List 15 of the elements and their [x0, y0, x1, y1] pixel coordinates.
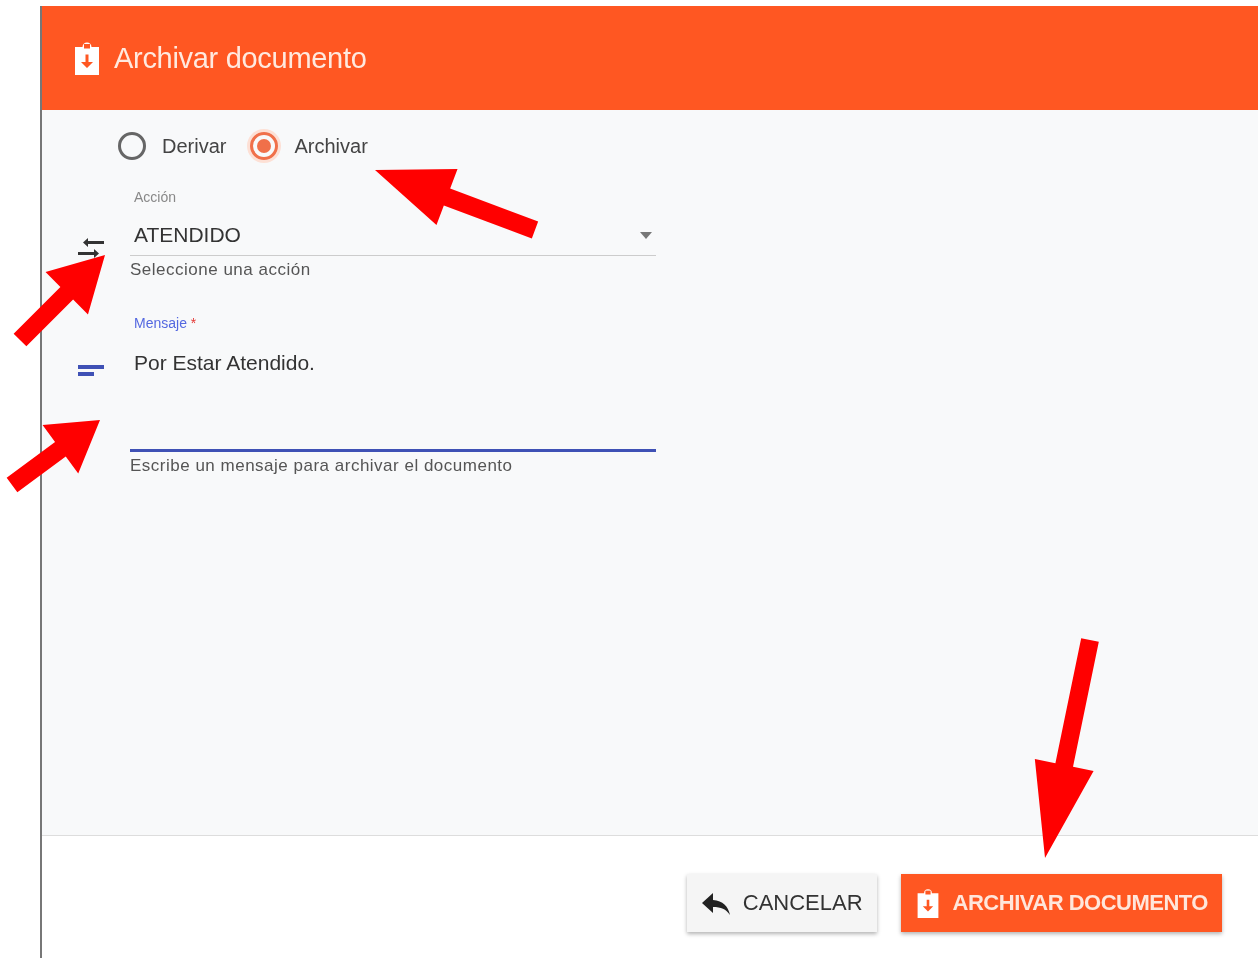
radio-button[interactable] [250, 132, 279, 160]
radio-button[interactable] [118, 132, 146, 160]
reply-arrow-icon [700, 891, 731, 915]
dialog-title: Archivar documento [114, 41, 367, 75]
cancel-button[interactable]: CANCELAR [686, 874, 877, 932]
message-textarea[interactable]: Por Estar Atendido. [130, 347, 656, 452]
clipboard-download-icon [72, 40, 102, 76]
field-label: Acción [134, 189, 177, 205]
field-hint: Escribe un mensaje para archivar el documento [130, 456, 514, 476]
field-label: Mensaje * [134, 315, 197, 331]
text-lines-icon [78, 365, 104, 377]
radio-option[interactable]: Archivar [250, 132, 368, 160]
field-hint: Seleccione una acción [130, 260, 312, 280]
radio-option[interactable]: Derivar [118, 132, 227, 160]
dropdown-caret-icon [640, 231, 652, 239]
